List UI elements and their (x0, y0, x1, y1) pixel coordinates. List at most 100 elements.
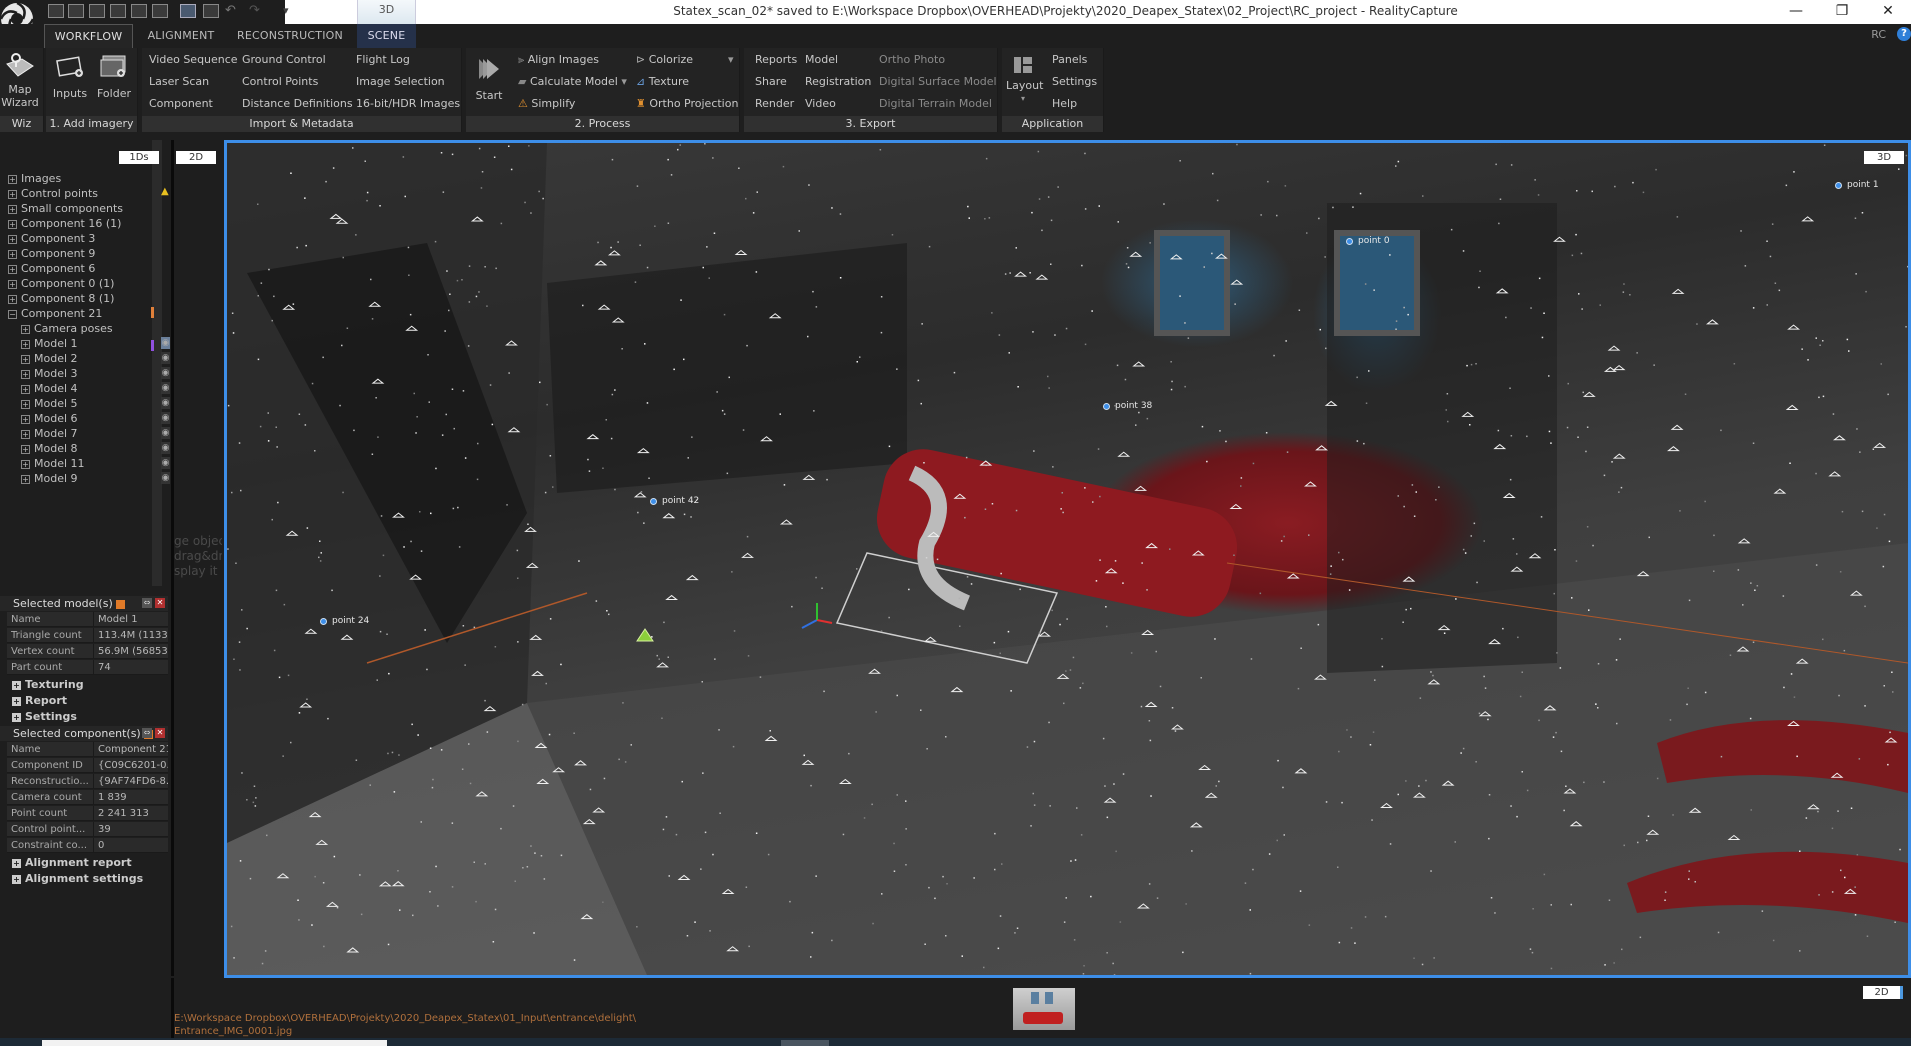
close-panel-icon[interactable]: ✕ (155, 598, 165, 608)
tab-scene[interactable]: SCENE (357, 24, 416, 48)
property-value[interactable]: 39 (93, 822, 168, 837)
expand-icon[interactable]: + (12, 680, 21, 690)
status-scroll-thumb[interactable] (781, 1040, 829, 1046)
tree-item[interactable]: + Model 1 (21, 336, 78, 351)
panels-button[interactable]: Panels (1052, 53, 1087, 66)
tree-item[interactable]: + Component 9 (8, 246, 95, 261)
view-mode-3d-tab[interactable]: 3D (357, 0, 416, 24)
inputs-button[interactable]: Inputs (50, 54, 90, 100)
restore-button[interactable]: ❐ (1819, 0, 1865, 24)
expand-icon[interactable]: + (8, 294, 17, 304)
expand-icon[interactable]: + (21, 399, 30, 409)
expand-icon[interactable]: + (21, 354, 30, 364)
expand-icon[interactable]: + (8, 189, 17, 199)
tree-item[interactable]: + Component 8 (1) (8, 291, 114, 306)
start-button[interactable]: Start (472, 56, 506, 102)
component-button[interactable]: Component (149, 97, 213, 110)
ortho-projection-button[interactable]: ♜ Ortho Projection (636, 97, 738, 110)
visibility-eye-icon[interactable]: ◉ (161, 337, 170, 349)
property-value[interactable]: {C09C6201-0... (93, 758, 168, 773)
property-section[interactable]: + Settings (12, 709, 77, 724)
digital-terrain-model-button[interactable]: Digital Terrain Model (879, 97, 992, 110)
expand-icon[interactable]: + (21, 429, 30, 439)
colorize-button[interactable]: ⊳ Colorize (636, 53, 693, 66)
tree-item[interactable]: + Model 5 (21, 396, 78, 411)
tree-item[interactable]: + Component 0 (1) (8, 276, 114, 291)
property-value[interactable]: 56.9M (56853... (93, 644, 168, 659)
expand-icon[interactable]: + (21, 339, 30, 349)
tree-item[interactable]: + Control points (8, 186, 98, 201)
model-export-button[interactable]: Model (805, 53, 838, 66)
visibility-eye-icon[interactable]: ◉ (161, 367, 170, 379)
collapse-icon[interactable]: − (8, 309, 17, 319)
image-selection-button[interactable]: Image Selection (356, 75, 445, 88)
layout-button[interactable]: Layout ▾ (1006, 56, 1043, 105)
close-panel-icon[interactable]: ✕ (155, 728, 165, 738)
video-sequence-button[interactable]: Video Sequence (149, 53, 238, 66)
expand-icon[interactable]: + (8, 174, 17, 184)
tree-item[interactable]: + Model 6 (21, 411, 78, 426)
expand-icon[interactable]: + (8, 204, 17, 214)
property-section[interactable]: + Alignment report (12, 855, 132, 870)
control-point-marker[interactable] (1835, 182, 1842, 189)
expand-icon[interactable]: + (21, 444, 30, 454)
expand-icon[interactable]: + (8, 279, 17, 289)
ground-control-button[interactable]: Ground Control (242, 53, 326, 66)
tab-workflow[interactable]: WORKFLOW (44, 24, 133, 48)
property-value[interactable]: 0 (93, 838, 168, 853)
expand-icon[interactable]: + (21, 459, 30, 469)
tree-item[interactable]: + Model 11 (21, 456, 85, 471)
tree-item[interactable]: + Model 2 (21, 351, 78, 366)
expand-icon[interactable]: + (8, 219, 17, 229)
tree-item[interactable]: + Model 3 (21, 366, 78, 381)
layout-8-button[interactable] (203, 4, 219, 18)
layout-2-button[interactable] (68, 4, 84, 18)
3d-viewport[interactable]: 3D point 1 point 0 point 38 point 42 point 2… (224, 140, 1911, 978)
expand-icon[interactable]: + (21, 369, 30, 379)
undo-icon[interactable]: ↶ (225, 3, 236, 18)
laser-scan-button[interactable]: Laser Scan (149, 75, 209, 88)
help-icon[interactable]: ? (1897, 27, 1911, 41)
distance-definitions-button[interactable]: Distance Definitions (242, 97, 353, 110)
visibility-eye-icon[interactable]: ◉ (161, 382, 170, 394)
chevron-down-icon[interactable]: ▾ (618, 75, 627, 88)
tree-item[interactable]: + Component 6 (8, 261, 95, 276)
simplify-button[interactable]: ⚠ Simplify (518, 97, 575, 110)
visibility-eye-icon[interactable]: ◉ (161, 442, 170, 454)
visibility-eye-icon[interactable]: ◉ (161, 472, 170, 484)
tab-reconstruction[interactable]: RECONSTRUCTION (230, 24, 350, 48)
folder-button[interactable]: Folder (94, 54, 134, 100)
layout-7-button[interactable] (180, 4, 196, 18)
hdr-images-button[interactable]: 16-bit/HDR Images (356, 97, 460, 110)
property-section[interactable]: + Report (12, 693, 67, 708)
visibility-eye-icon[interactable]: ◉ (161, 412, 170, 424)
tree-item[interactable]: + Model 9 (21, 471, 78, 486)
flight-log-button[interactable]: Flight Log (356, 53, 410, 66)
property-value[interactable]: Model 1 (93, 612, 168, 627)
align-images-button[interactable]: ⫸ Align Images (518, 53, 599, 67)
control-point-marker[interactable] (1346, 238, 1353, 245)
float-icon[interactable]: ⇔ (142, 728, 152, 738)
expand-icon[interactable]: + (12, 696, 21, 706)
property-section[interactable]: + Alignment settings (12, 871, 143, 886)
view-3d-button[interactable]: 3D (1864, 151, 1904, 164)
expand-icon[interactable]: + (12, 858, 21, 868)
property-value[interactable]: 113.4M (1133... (93, 628, 168, 643)
tree-item[interactable]: + Component 16 (1) (8, 216, 121, 231)
help-button[interactable]: Help (1052, 97, 1077, 110)
share-button[interactable]: Share (755, 75, 787, 88)
property-value[interactable]: Component 21 (93, 742, 168, 757)
close-button[interactable]: ✕ (1865, 0, 1911, 24)
expand-icon[interactable]: + (21, 414, 30, 424)
calculate-model-button[interactable]: ▰ Calculate Model ▾ (518, 75, 627, 88)
control-point-marker[interactable] (650, 498, 657, 505)
tree-item[interactable]: + Component 3 (8, 231, 95, 246)
property-section[interactable]: + Texturing (12, 677, 84, 692)
expand-icon[interactable]: + (21, 474, 30, 484)
render-button[interactable]: Render (755, 97, 794, 110)
visibility-eye-icon[interactable]: ◉ (161, 427, 170, 439)
tree-item[interactable]: + Model 7 (21, 426, 78, 441)
tab-alignment[interactable]: ALIGNMENT (140, 24, 222, 48)
tree-item[interactable]: − Component 21 (8, 306, 102, 321)
control-point-marker[interactable] (1103, 403, 1110, 410)
